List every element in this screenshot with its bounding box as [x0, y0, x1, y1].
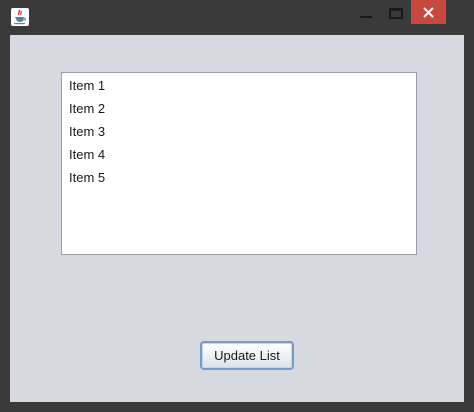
maximize-button[interactable] — [382, 0, 410, 24]
list-item[interactable]: Item 1 — [69, 76, 105, 96]
list-item[interactable]: Item 5 — [69, 168, 105, 188]
java-app-icon — [11, 8, 29, 26]
list-item[interactable]: Item 4 — [69, 145, 105, 165]
close-button[interactable] — [411, 0, 446, 24]
item-list[interactable]: Item 1 Item 2 Item 3 Item 4 Item 5 — [61, 72, 417, 255]
minimize-button[interactable] — [352, 0, 380, 24]
maximize-icon — [389, 8, 403, 19]
app-window: Item 1 Item 2 Item 3 Item 4 Item 5 Updat… — [0, 0, 474, 412]
content-pane: Item 1 Item 2 Item 3 Item 4 Item 5 Updat… — [10, 35, 464, 402]
title-bar[interactable] — [0, 0, 474, 35]
minimize-icon — [360, 16, 372, 18]
list-item[interactable]: Item 2 — [69, 99, 105, 119]
list-item[interactable]: Item 3 — [69, 122, 105, 142]
update-list-button[interactable]: Update List — [200, 341, 294, 370]
close-icon — [423, 7, 434, 18]
